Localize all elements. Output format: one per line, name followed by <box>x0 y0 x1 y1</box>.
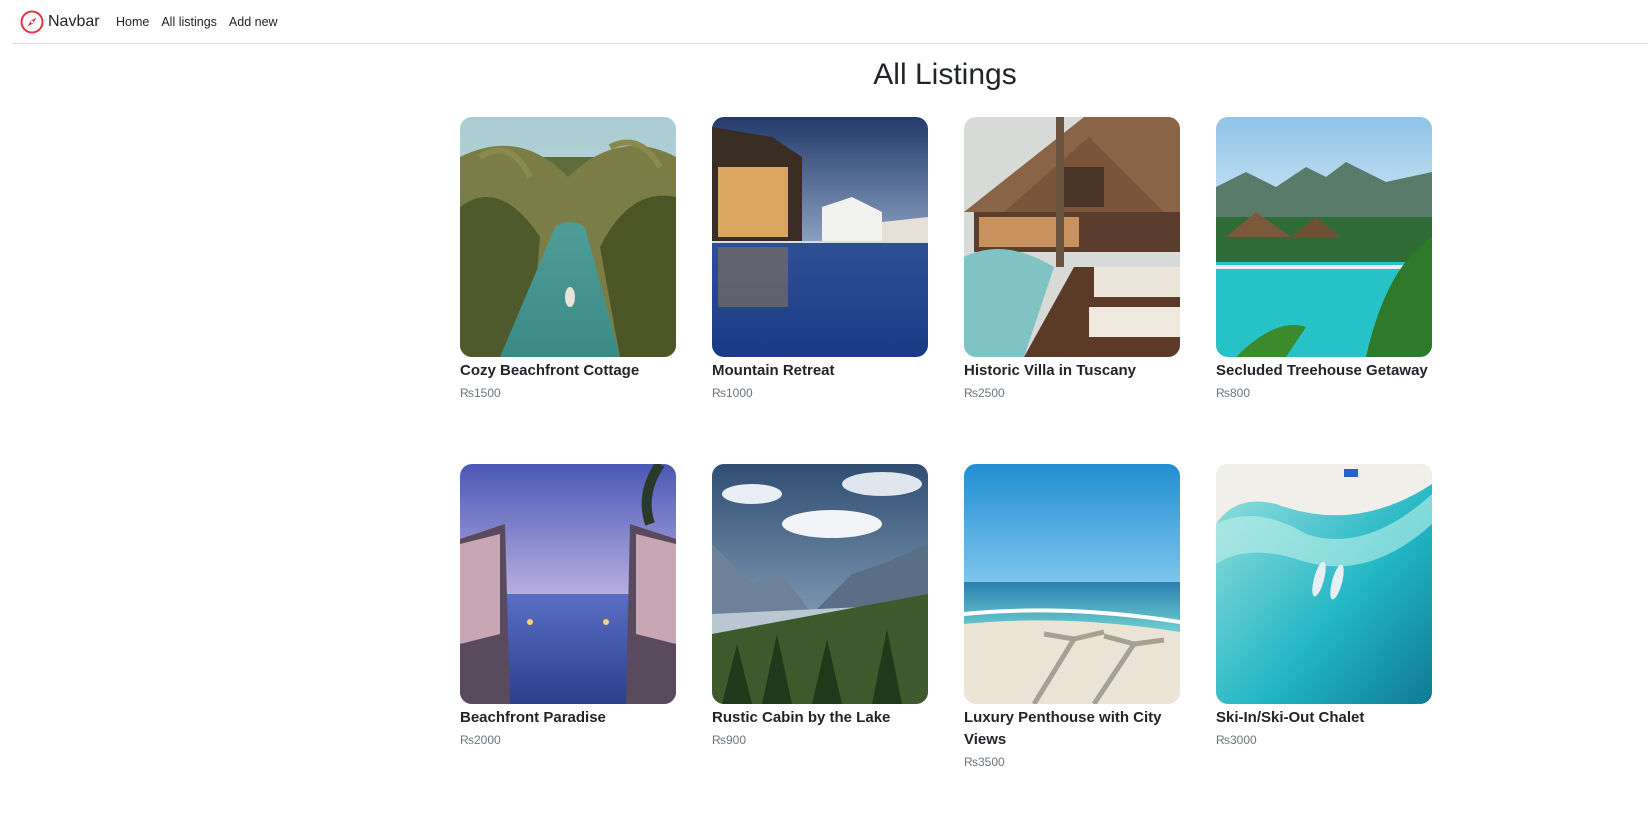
nav-link-all-listings[interactable]: All listings <box>161 15 217 29</box>
page-title: All Listings <box>873 58 1017 91</box>
listing-price: ₨3500 <box>964 755 1005 769</box>
listing-title[interactable]: Mountain Retreat <box>712 360 928 382</box>
listing-price: ₨2500 <box>964 386 1005 400</box>
listing-image[interactable] <box>964 117 1180 357</box>
nav-links: Home All listings Add new <box>116 15 278 29</box>
listing-title[interactable]: Ski-In/Ski-Out Chalet <box>1216 707 1432 729</box>
listing-card[interactable]: Rustic Cabin by the Lake ₨900 <box>712 464 928 747</box>
brand-name: Navbar <box>48 13 100 30</box>
listing-title[interactable]: Luxury Penthouse with City Views <box>964 707 1180 751</box>
listing-image[interactable] <box>1216 464 1432 704</box>
listing-card[interactable]: Mountain Retreat ₨1000 <box>712 117 928 400</box>
listing-title[interactable]: Cozy Beachfront Cottage <box>460 360 676 382</box>
listing-card[interactable]: Secluded Treehouse Getaway ₨800 <box>1216 117 1432 400</box>
listing-card[interactable]: Cozy Beachfront Cottage ₨1500 <box>460 117 676 400</box>
listing-card[interactable]: Historic Villa in Tuscany ₨2500 <box>964 117 1180 400</box>
nav-link-add-new[interactable]: Add new <box>229 15 278 29</box>
navbar: Navbar Home All listings Add new <box>12 0 1648 44</box>
listing-card[interactable]: Luxury Penthouse with City Views ₨3500 <box>964 464 1180 769</box>
listing-title[interactable]: Secluded Treehouse Getaway <box>1216 360 1432 382</box>
listing-price: ₨900 <box>712 733 746 747</box>
listing-title[interactable]: Rustic Cabin by the Lake <box>712 707 928 729</box>
listing-image[interactable] <box>712 117 928 357</box>
listing-image[interactable] <box>712 464 928 704</box>
navbar-brand[interactable]: Navbar <box>20 10 100 34</box>
listing-title[interactable]: Historic Villa in Tuscany <box>964 360 1180 382</box>
listing-image[interactable] <box>460 117 676 357</box>
listing-image[interactable] <box>460 464 676 704</box>
nav-link-home[interactable]: Home <box>116 15 149 29</box>
listing-card[interactable]: Beachfront Paradise ₨2000 <box>460 464 676 747</box>
listing-image[interactable] <box>1216 117 1432 357</box>
listing-image[interactable] <box>964 464 1180 704</box>
listing-title[interactable]: Beachfront Paradise <box>460 707 676 729</box>
listing-price: ₨1000 <box>712 386 753 400</box>
listing-price: ₨2000 <box>460 733 501 747</box>
listing-card[interactable]: Ski-In/Ski-Out Chalet ₨3000 <box>1216 464 1432 747</box>
listing-price: ₨3000 <box>1216 733 1257 747</box>
listing-price: ₨1500 <box>460 386 501 400</box>
listing-price: ₨800 <box>1216 386 1250 400</box>
compass-icon <box>20 10 44 34</box>
